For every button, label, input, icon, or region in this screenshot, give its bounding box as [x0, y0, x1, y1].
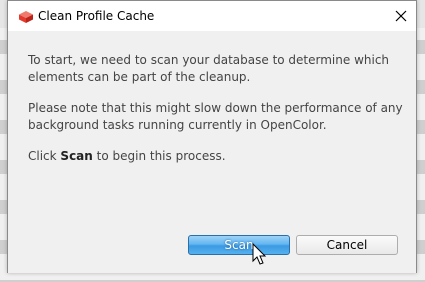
instruction-scan-keyword: Scan [60, 149, 93, 163]
message-paragraph-2: Please note that this might slow down th… [28, 101, 403, 132]
title-bar: Clean Profile Cache [8, 1, 416, 31]
instruction-suffix: to begin this process. [92, 149, 226, 163]
close-button[interactable] [386, 1, 416, 31]
app-icon [18, 9, 34, 23]
scan-button-label: Scan [224, 238, 254, 252]
scan-button[interactable]: Scan [188, 235, 290, 255]
dialog-content: To start, we need to scan your database … [8, 31, 416, 273]
message-paragraph-3: Click Scan to begin this process. [28, 148, 403, 165]
cancel-button[interactable]: Cancel [296, 235, 398, 255]
instruction-prefix: Click [28, 149, 61, 163]
close-icon [395, 7, 407, 26]
cancel-button-label: Cancel [326, 238, 368, 252]
clean-profile-cache-dialog: Clean Profile Cache To start, we need to… [7, 0, 417, 273]
message-paragraph-1: To start, we need to scan your database … [28, 53, 390, 84]
dialog-title: Clean Profile Cache [38, 9, 155, 23]
